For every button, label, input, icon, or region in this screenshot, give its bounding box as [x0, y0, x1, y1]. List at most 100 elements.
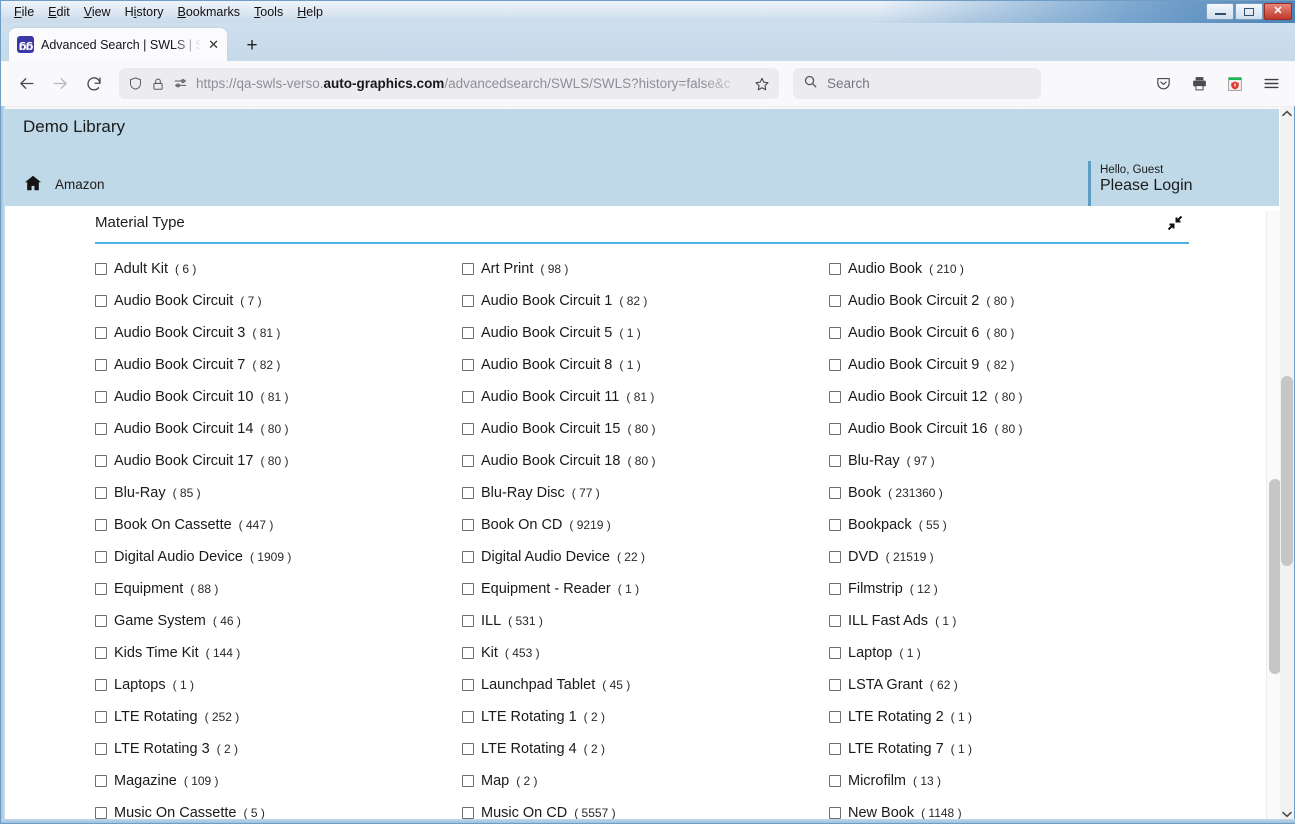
- facet-item[interactable]: Filmstrip ( 12 ): [829, 573, 1205, 605]
- facet-checkbox[interactable]: [462, 391, 474, 403]
- facet-checkbox[interactable]: [829, 647, 841, 659]
- facet-checkbox[interactable]: [829, 519, 841, 531]
- facet-item[interactable]: Book ( 231360 ): [829, 477, 1205, 509]
- facet-checkbox[interactable]: [462, 423, 474, 435]
- browser-scrollbar[interactable]: [1280, 106, 1294, 823]
- menu-item-file[interactable]: File: [7, 4, 41, 20]
- facet-checkbox[interactable]: [462, 679, 474, 691]
- scroll-up-icon[interactable]: [1282, 106, 1292, 122]
- browser-tab[interactable]: ᵷᵷ Advanced Search | SWLS | SWLS ✕: [9, 28, 227, 61]
- pocket-icon[interactable]: [1148, 69, 1178, 99]
- forward-icon[interactable]: [45, 69, 75, 99]
- facet-checkbox[interactable]: [462, 455, 474, 467]
- facet-item[interactable]: Audio Book Circuit 16 ( 80 ): [829, 413, 1205, 445]
- facet-checkbox[interactable]: [462, 615, 474, 627]
- facet-item[interactable]: Game System ( 46 ): [95, 605, 462, 637]
- facet-checkbox[interactable]: [95, 359, 107, 371]
- facet-item[interactable]: LTE Rotating 1 ( 2 ): [462, 701, 829, 733]
- facet-checkbox[interactable]: [462, 775, 474, 787]
- facet-item[interactable]: Laptops ( 1 ): [95, 669, 462, 701]
- facet-item[interactable]: Blu-Ray Disc ( 77 ): [462, 477, 829, 509]
- facet-checkbox[interactable]: [829, 583, 841, 595]
- facet-item[interactable]: LTE Rotating 3 ( 2 ): [95, 733, 462, 765]
- tab-close-icon[interactable]: ✕: [208, 37, 219, 53]
- facet-item[interactable]: Magazine ( 109 ): [95, 765, 462, 797]
- facet-item[interactable]: Audio Book Circuit 10 ( 81 ): [95, 381, 462, 413]
- facet-checkbox[interactable]: [462, 551, 474, 563]
- facet-checkbox[interactable]: [95, 775, 107, 787]
- facet-item[interactable]: Launchpad Tablet ( 45 ): [462, 669, 829, 701]
- address-bar[interactable]: https://qa-swls-verso.auto-graphics.com/…: [119, 68, 779, 99]
- facet-item[interactable]: LTE Rotating 2 ( 1 ): [829, 701, 1205, 733]
- menu-item-tools[interactable]: Tools: [247, 4, 290, 20]
- facet-item[interactable]: Audio Book Circuit 3 ( 81 ): [95, 317, 462, 349]
- facet-item[interactable]: Book On CD ( 9219 ): [462, 509, 829, 541]
- facet-item[interactable]: Audio Book Circuit ( 7 ): [95, 285, 462, 317]
- facet-checkbox[interactable]: [95, 583, 107, 595]
- facet-checkbox[interactable]: [95, 807, 107, 819]
- facet-item[interactable]: Audio Book Circuit 12 ( 80 ): [829, 381, 1205, 413]
- facet-item[interactable]: Audio Book Circuit 7 ( 82 ): [95, 349, 462, 381]
- facet-item[interactable]: Audio Book Circuit 1 ( 82 ): [462, 285, 829, 317]
- facet-item[interactable]: Audio Book Circuit 15 ( 80 ): [462, 413, 829, 445]
- hamburger-menu-icon[interactable]: [1256, 69, 1286, 99]
- menu-item-edit[interactable]: Edit: [41, 4, 77, 20]
- facet-checkbox[interactable]: [829, 615, 841, 627]
- facet-checkbox[interactable]: [829, 327, 841, 339]
- permissions-icon[interactable]: [173, 76, 188, 91]
- facet-checkbox[interactable]: [829, 775, 841, 787]
- facet-checkbox[interactable]: [462, 583, 474, 595]
- facet-checkbox[interactable]: [95, 327, 107, 339]
- facet-checkbox[interactable]: [462, 487, 474, 499]
- facet-item[interactable]: Audio Book Circuit 2 ( 80 ): [829, 285, 1205, 317]
- facet-checkbox[interactable]: [95, 615, 107, 627]
- collapse-arrows-icon[interactable]: [1167, 215, 1183, 236]
- home-icon[interactable]: [24, 175, 42, 196]
- facet-item[interactable]: Art Print ( 98 ): [462, 253, 829, 285]
- browser-search-bar[interactable]: Search: [793, 68, 1041, 99]
- facet-item[interactable]: Digital Audio Device ( 22 ): [462, 541, 829, 573]
- facet-checkbox[interactable]: [95, 423, 107, 435]
- facet-checkbox[interactable]: [95, 455, 107, 467]
- facet-checkbox[interactable]: [462, 519, 474, 531]
- facet-item[interactable]: Audio Book Circuit 6 ( 80 ): [829, 317, 1205, 349]
- facet-item[interactable]: LTE Rotating 7 ( 1 ): [829, 733, 1205, 765]
- facet-checkbox[interactable]: [829, 359, 841, 371]
- facet-checkbox[interactable]: [462, 743, 474, 755]
- lock-icon[interactable]: [151, 77, 165, 91]
- facet-item[interactable]: Book On Cassette ( 447 ): [95, 509, 462, 541]
- menu-item-history[interactable]: History: [118, 4, 171, 20]
- facet-item[interactable]: LTE Rotating 4 ( 2 ): [462, 733, 829, 765]
- menu-item-bookmarks[interactable]: Bookmarks: [171, 4, 248, 20]
- reload-icon[interactable]: [79, 69, 109, 99]
- facet-item[interactable]: DVD ( 21519 ): [829, 541, 1205, 573]
- facet-checkbox[interactable]: [829, 455, 841, 467]
- breadcrumb[interactable]: Amazon: [55, 177, 105, 192]
- facet-checkbox[interactable]: [462, 263, 474, 275]
- facet-checkbox[interactable]: [462, 711, 474, 723]
- facet-checkbox[interactable]: [95, 647, 107, 659]
- menu-item-help[interactable]: Help: [290, 4, 330, 20]
- facet-item[interactable]: Audio Book Circuit 9 ( 82 ): [829, 349, 1205, 381]
- facet-item[interactable]: Kids Time Kit ( 144 ): [95, 637, 462, 669]
- facet-item[interactable]: Digital Audio Device ( 1909 ): [95, 541, 462, 573]
- facet-checkbox[interactable]: [829, 423, 841, 435]
- facet-item[interactable]: Audio Book Circuit 18 ( 80 ): [462, 445, 829, 477]
- menu-item-view[interactable]: View: [77, 4, 118, 20]
- print-icon[interactable]: [1184, 69, 1214, 99]
- facet-checkbox[interactable]: [95, 487, 107, 499]
- facet-checkbox[interactable]: [829, 743, 841, 755]
- facet-item[interactable]: Microfilm ( 13 ): [829, 765, 1205, 797]
- facet-item[interactable]: Audio Book ( 210 ): [829, 253, 1205, 285]
- facet-checkbox[interactable]: [95, 295, 107, 307]
- facet-item[interactable]: ILL ( 531 ): [462, 605, 829, 637]
- facet-checkbox[interactable]: [829, 295, 841, 307]
- facet-item[interactable]: Blu-Ray ( 85 ): [95, 477, 462, 509]
- facet-item[interactable]: Equipment - Reader ( 1 ): [462, 573, 829, 605]
- url-text[interactable]: https://qa-swls-verso.auto-graphics.com/…: [196, 76, 746, 91]
- facet-checkbox[interactable]: [462, 359, 474, 371]
- extension-icon[interactable]: [1220, 69, 1250, 99]
- facet-checkbox[interactable]: [829, 807, 841, 819]
- facet-item[interactable]: Equipment ( 88 ): [95, 573, 462, 605]
- login-link[interactable]: Please Login: [1100, 177, 1268, 195]
